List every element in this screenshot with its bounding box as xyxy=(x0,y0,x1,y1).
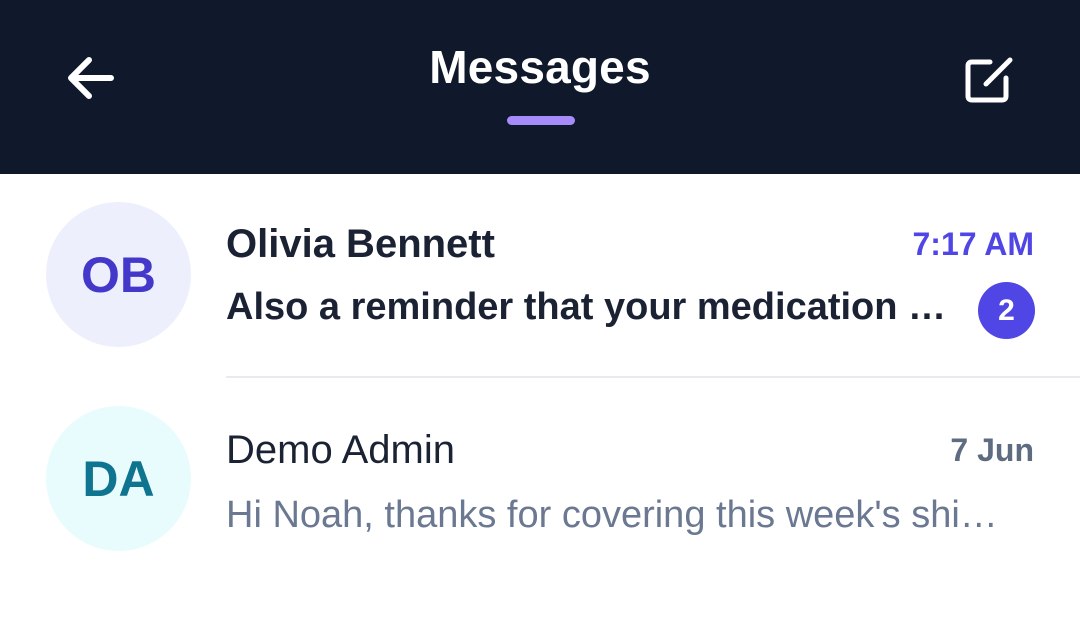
conversation-item[interactable]: OB Olivia Bennett 7:17 AM Also a reminde… xyxy=(0,174,1080,378)
message-time: 7 Jun xyxy=(950,432,1034,468)
compose-button[interactable] xyxy=(952,44,1024,116)
conversation-item[interactable]: DA Demo Admin 7 Jun Hi Noah, thanks for … xyxy=(0,378,1080,582)
message-preview: Hi Noah, thanks for covering this week's… xyxy=(226,494,998,536)
title-underline xyxy=(507,116,575,125)
page-title: Messages xyxy=(429,41,651,93)
messages-screen: Messages OB Olivia Bennett 7:17 AM Also … xyxy=(0,0,1080,624)
app-header: Messages xyxy=(0,0,1080,174)
avatar: OB xyxy=(46,202,191,347)
compose-icon xyxy=(965,57,1013,103)
avatar: DA xyxy=(46,406,191,551)
unread-badge: 2 xyxy=(978,282,1035,339)
contact-name: Demo Admin xyxy=(226,428,455,472)
contact-name: Olivia Bennett xyxy=(226,222,495,266)
message-time: 7:17 AM xyxy=(912,226,1034,262)
message-preview: Also a reminder that your medication c… xyxy=(226,286,948,328)
